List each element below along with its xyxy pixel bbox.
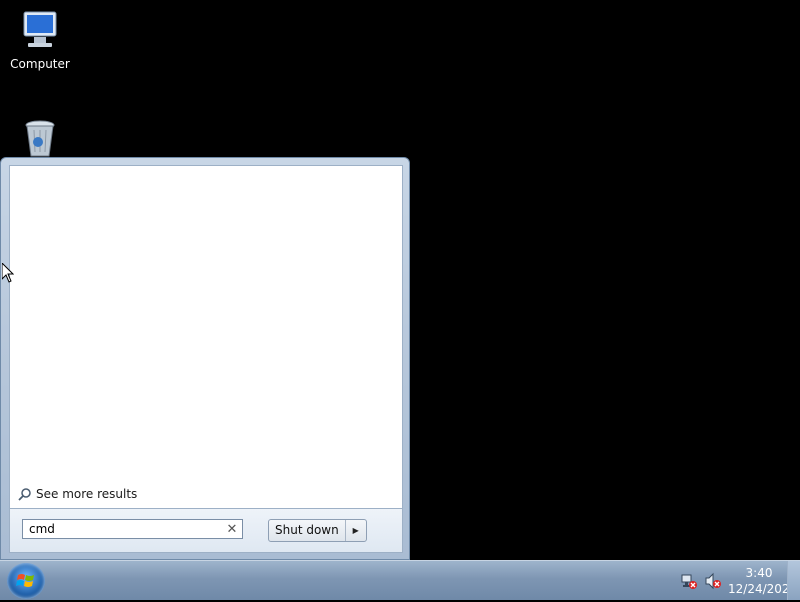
search-icon <box>18 488 31 501</box>
mouse-cursor-icon <box>2 263 14 283</box>
system-tray: 3:40 12/24/2022 <box>680 564 798 598</box>
clock-date: 12/24/2022 <box>728 582 798 596</box>
see-more-results-link[interactable]: See more results <box>18 484 137 504</box>
search-input[interactable] <box>23 522 222 536</box>
clock-time: 3:40 <box>745 566 773 580</box>
computer-icon <box>23 11 57 47</box>
shutdown-button[interactable]: Shut down <box>269 520 346 541</box>
shutdown-options-arrow-icon[interactable]: ▶ <box>346 520 366 541</box>
recycle-bin-icon <box>25 120 55 157</box>
taskbar: 3:40 12/24/2022 <box>0 560 800 600</box>
start-menu-bottom-bar: ✕ Shut down ▶ <box>9 509 403 553</box>
clear-search-icon[interactable]: ✕ <box>222 522 242 537</box>
desktop-icon-computer[interactable]: Computer <box>0 10 80 71</box>
desktop-icon-recycle-bin[interactable] <box>0 118 80 161</box>
show-desktop-button[interactable] <box>787 561 800 600</box>
volume-muted-icon[interactable] <box>704 572 722 590</box>
desktop-icon-label: Computer <box>10 57 70 71</box>
windows-logo-icon <box>16 574 34 587</box>
shutdown-control: Shut down ▶ <box>268 519 367 542</box>
start-menu: See more results ✕ Shut down ▶ <box>0 157 410 560</box>
search-box: ✕ <box>22 519 243 539</box>
start-button[interactable] <box>7 563 45 599</box>
taskbar-clock[interactable]: 3:40 12/24/2022 <box>728 565 798 597</box>
search-results-pane: See more results <box>9 165 403 509</box>
see-more-results-label: See more results <box>36 487 138 501</box>
network-disconnected-icon[interactable] <box>680 572 698 590</box>
